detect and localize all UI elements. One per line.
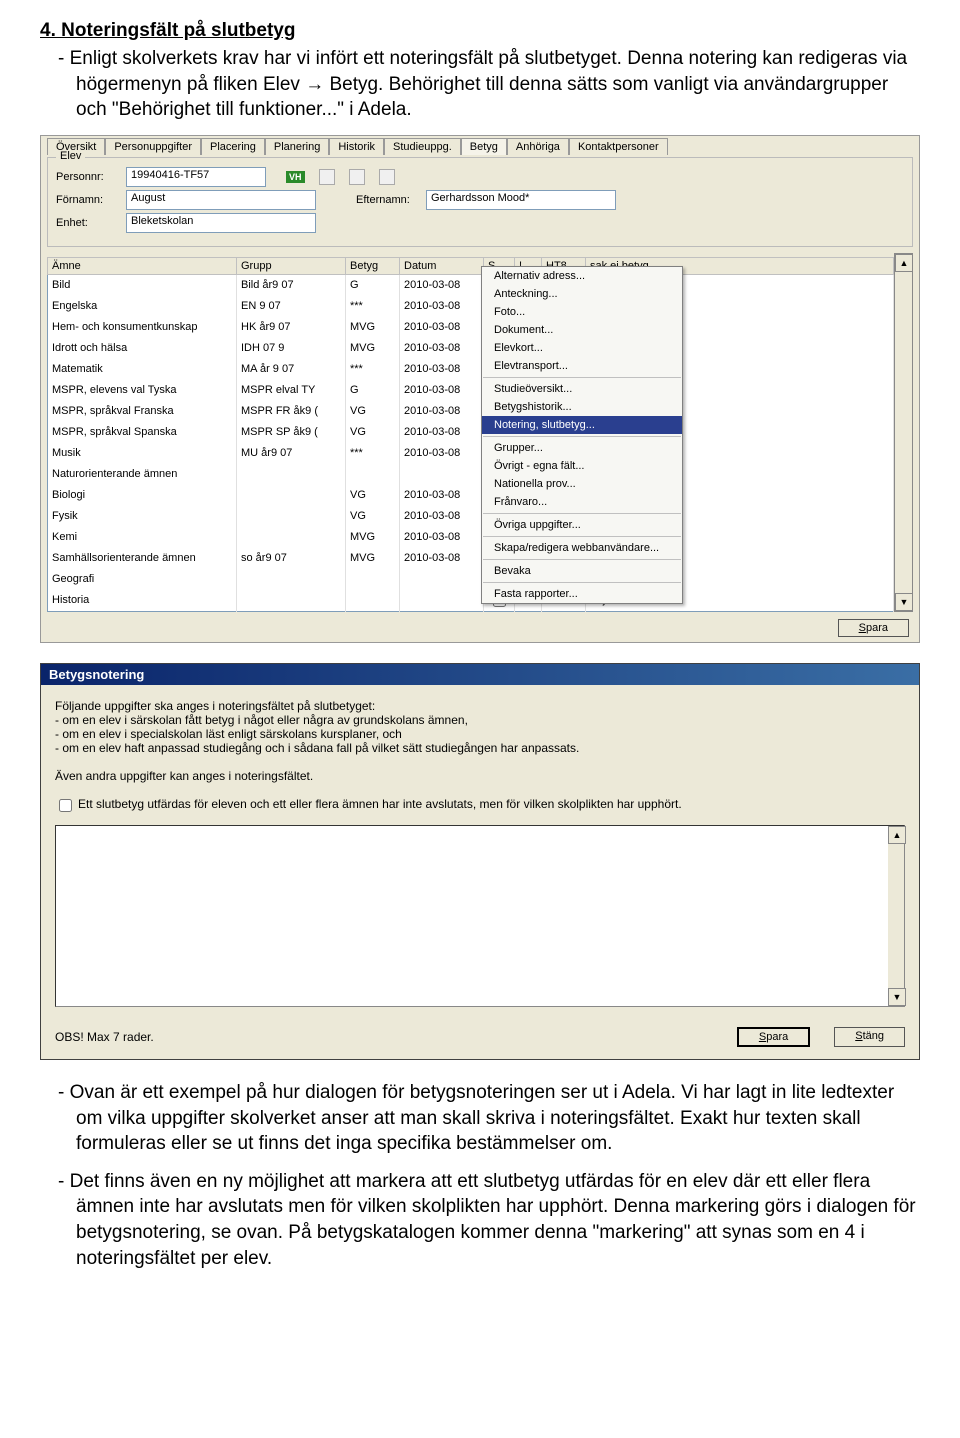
- menu-separator: [483, 377, 681, 378]
- menu-separator: [483, 436, 681, 437]
- outro-1: Ovan är ett exempel på hur dialogen för …: [40, 1080, 920, 1157]
- menu-item[interactable]: Studieöversikt...: [482, 380, 682, 398]
- scroll-down-icon[interactable]: ▼: [895, 593, 913, 611]
- menu-item[interactable]: Fasta rapporter...: [482, 585, 682, 603]
- notes-textarea[interactable]: ▲ ▼: [55, 825, 905, 1007]
- betygsnotering-dialog: Betygsnotering Följande uppgifter ska an…: [40, 663, 920, 1060]
- menu-separator: [483, 559, 681, 560]
- menu-item[interactable]: Grupper...: [482, 439, 682, 457]
- field-fornamn[interactable]: August: [126, 190, 316, 210]
- dialog-text: Följande uppgifter ska anges i noterings…: [55, 699, 905, 755]
- section-title: 4. Noteringsfält på slutbetyg: [40, 20, 920, 42]
- icon-2[interactable]: [349, 169, 365, 185]
- tab-studieuppg.[interactable]: Studieuppg.: [384, 138, 461, 155]
- tab-betyg[interactable]: Betyg: [461, 138, 507, 155]
- table-row[interactable]: KemiMVG2010-03-08: [48, 527, 894, 548]
- tab-planering[interactable]: Planering: [265, 138, 329, 155]
- slutbetyg-checkbox-label: Ett slutbetyg utfärdas för eleven och et…: [78, 797, 682, 811]
- tab-anhöriga[interactable]: Anhöriga: [507, 138, 569, 155]
- table-row[interactable]: Geografir ej i utb.: [48, 569, 894, 590]
- dialog-close-button[interactable]: Stäng: [834, 1027, 905, 1047]
- dialog-title: Betygsnotering: [41, 664, 919, 685]
- table-row[interactable]: EngelskaEN 9 07***2010-03-08ått målen: [48, 296, 894, 317]
- max-rows-label: OBS! Max 7 rader.: [55, 1030, 154, 1044]
- table-scrollbar[interactable]: ▲ ▼: [894, 253, 913, 612]
- textarea-scrollbar[interactable]: ▲ ▼: [888, 826, 904, 1006]
- col-header[interactable]: Datum: [400, 257, 484, 274]
- menu-item[interactable]: Elevtransport...: [482, 357, 682, 375]
- col-header[interactable]: Betyg: [346, 257, 400, 274]
- slutbetyg-checkbox[interactable]: [59, 799, 72, 812]
- field-enhet[interactable]: Bleketskolan: [126, 213, 316, 233]
- menu-item[interactable]: Betygshistorik...: [482, 398, 682, 416]
- save-button[interactable]: Spara: [838, 619, 909, 637]
- table-row[interactable]: MusikMU år9 07***2010-03-08ått målen: [48, 443, 894, 464]
- field-efternamn[interactable]: Gerhardsson Mood*: [426, 190, 616, 210]
- menu-item[interactable]: Frånvaro...: [482, 493, 682, 511]
- menu-item[interactable]: Anteckning...: [482, 285, 682, 303]
- menu-item[interactable]: Alternativ adress...: [482, 267, 682, 285]
- vh-badge: VH: [286, 171, 305, 183]
- dialog-save-button[interactable]: Spara: [737, 1027, 810, 1047]
- menu-item[interactable]: Övrigt - egna fält...: [482, 457, 682, 475]
- tab-placering[interactable]: Placering: [201, 138, 265, 155]
- menu-item[interactable]: Nationella prov...: [482, 475, 682, 493]
- table-row[interactable]: Samhällsorienterande ämnenso år9 07MVG20…: [48, 548, 894, 569]
- menu-separator: [483, 536, 681, 537]
- table-row[interactable]: MSPR, elevens val TyskaMSPR elval TYG201…: [48, 380, 894, 401]
- menu-item[interactable]: Skapa/redigera webbanvändare...: [482, 539, 682, 557]
- scroll-down-icon[interactable]: ▼: [888, 988, 906, 1006]
- icon-1[interactable]: [319, 169, 335, 185]
- menu-separator: [483, 513, 681, 514]
- menu-item[interactable]: Bevaka: [482, 562, 682, 580]
- tab-bar: ÖversiktPersonuppgifterPlaceringPlanerin…: [47, 138, 913, 155]
- menu-item[interactable]: Elevkort...: [482, 339, 682, 357]
- label-personnr: Personnr:: [56, 171, 126, 183]
- label-fornamn: Förnamn:: [56, 194, 126, 206]
- menu-item[interactable]: Notering, slutbetyg...: [482, 416, 682, 434]
- tab-historik[interactable]: Historik: [329, 138, 384, 155]
- elev-fieldset: Elev Personnr: 19940416-TF57 VH Förnamn:…: [47, 157, 913, 247]
- scroll-up-icon[interactable]: ▲: [888, 826, 906, 844]
- elev-legend: Elev: [56, 150, 85, 162]
- menu-item[interactable]: Övriga uppgifter...: [482, 516, 682, 534]
- menu-separator: [483, 582, 681, 583]
- label-efternamn: Efternamn:: [356, 194, 426, 206]
- field-personnr[interactable]: 19940416-TF57: [126, 167, 266, 187]
- table-row[interactable]: MSPR, språkval FranskaMSPR FR åk9 (VG201…: [48, 401, 894, 422]
- table-row[interactable]: Idrott och hälsaIDH 07 9MVG2010-03-08: [48, 338, 894, 359]
- table-row[interactable]: BildBild år9 07G2010-03-08: [48, 274, 894, 296]
- col-header[interactable]: Ämne: [48, 257, 237, 274]
- col-header[interactable]: Grupp: [237, 257, 346, 274]
- icon-3[interactable]: [379, 169, 395, 185]
- menu-item[interactable]: Dokument...: [482, 321, 682, 339]
- table-row[interactable]: FysikVG2010-03-08: [48, 506, 894, 527]
- grade-table[interactable]: ÄmneGruppBetygDatumS!HT8sak ej betyg Bil…: [47, 257, 894, 612]
- adela-app-window: ÖversiktPersonuppgifterPlaceringPlanerin…: [40, 135, 920, 643]
- context-menu: Alternativ adress...Anteckning...Foto...…: [481, 266, 683, 604]
- table-row[interactable]: Naturorienterande ämnenr ej i utb.: [48, 464, 894, 485]
- table-row[interactable]: MSPR, språkval SpanskaMSPR SP åk9 (VG201…: [48, 422, 894, 443]
- table-row[interactable]: MatematikMA år 9 07***2010-03-08assad st…: [48, 359, 894, 380]
- menu-item[interactable]: Foto...: [482, 303, 682, 321]
- tab-kontaktpersoner[interactable]: Kontaktpersoner: [569, 138, 668, 155]
- label-enhet: Enhet:: [56, 217, 126, 229]
- table-row[interactable]: Historiar ej i utb.: [48, 590, 894, 612]
- table-row[interactable]: Hem- och konsumentkunskapHK år9 07MVG201…: [48, 317, 894, 338]
- scroll-up-icon[interactable]: ▲: [895, 254, 913, 272]
- table-row[interactable]: BiologiVG2010-03-08: [48, 485, 894, 506]
- tab-personuppgifter[interactable]: Personuppgifter: [105, 138, 201, 155]
- dialog-text-2: Även andra uppgifter kan anges i noterin…: [55, 769, 905, 783]
- outro-2: Det finns även en ny möjlighet att marke…: [40, 1169, 920, 1272]
- intro-paragraph: Enligt skolverkets krav har vi infört et…: [40, 46, 920, 123]
